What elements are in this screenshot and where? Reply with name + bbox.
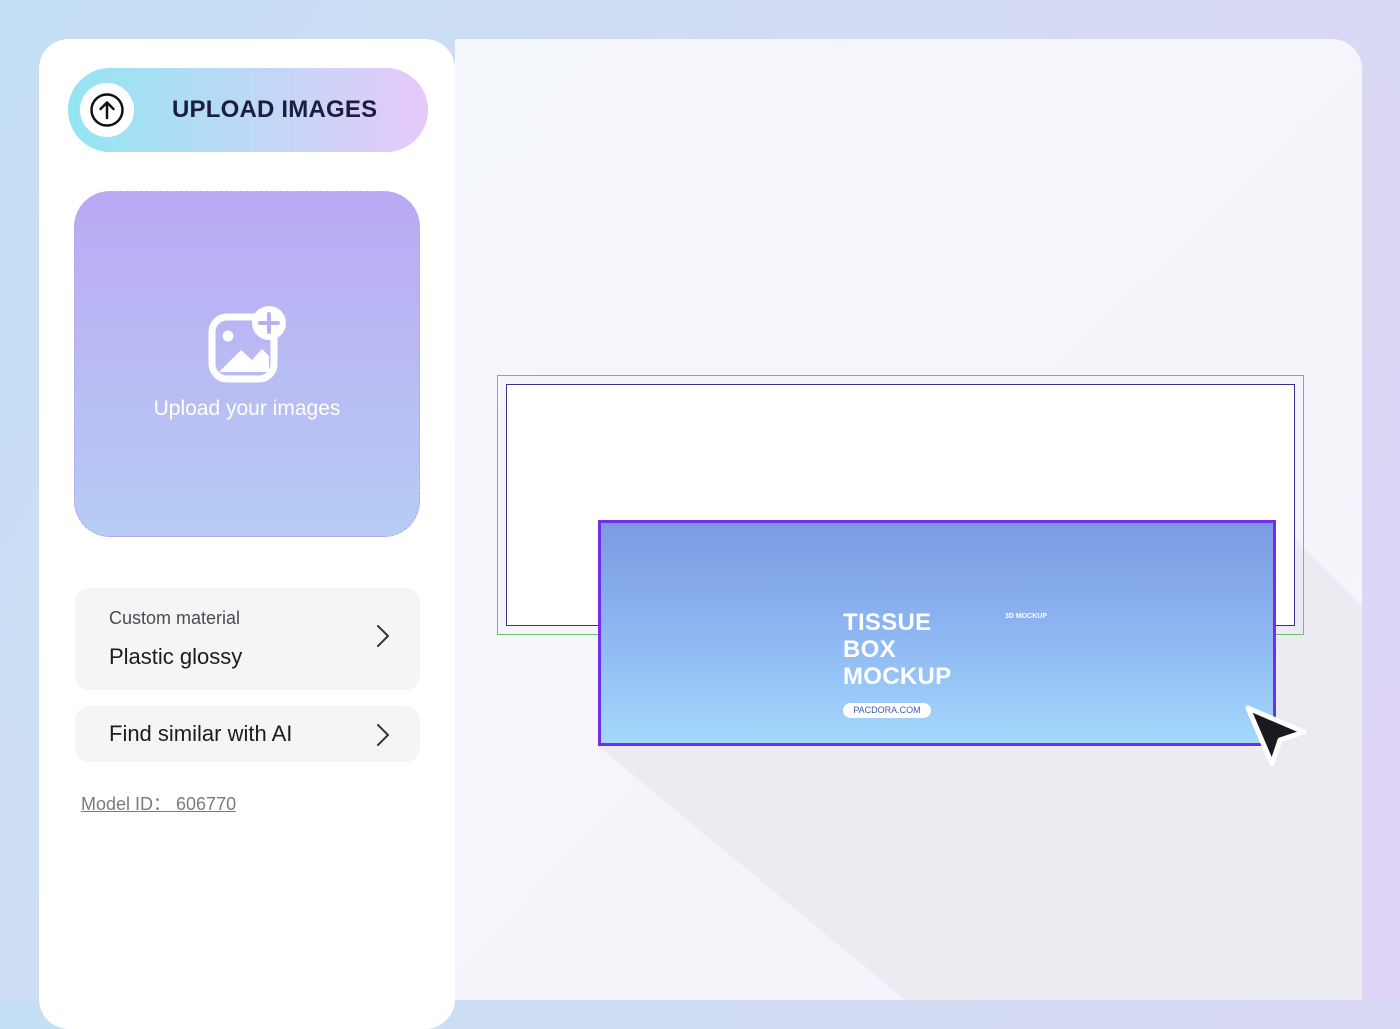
mockup-title-line: TISSUE [843,609,932,636]
mouse-pointer-icon [1245,705,1307,767]
upload-images-button[interactable]: UPLOAD IMAGES [68,68,428,152]
upload-arrow-icon [80,83,134,137]
find-similar-ai-label: Find similar with AI [109,721,293,746]
custom-material-value: Plastic glossy [109,644,243,669]
chevron-right-icon [377,625,389,647]
image-dropzone[interactable]: Upload your images [74,191,420,537]
dropzone-label: Upload your images [153,397,341,420]
sidebar: UPLOAD IMAGES Upload your images Custom … [39,39,455,1029]
tissue-box-mockup-panel[interactable]: TISSUE BOX MOCKUP 3D MOCKUP PACDORA.COM [598,520,1276,746]
mockup-tag: 3D MOCKUP [1005,613,1048,620]
custom-material-card[interactable]: Custom material Plastic glossy [75,588,420,690]
custom-material-caption: Custom material [109,608,241,628]
canvas-area[interactable]: TISSUE BOX MOCKUP 3D MOCKUP PACDORA.COM [455,39,1362,1000]
mockup-title-line: MOCKUP [843,663,952,690]
add-image-icon [208,306,286,383]
chevron-right-icon [377,724,389,746]
mockup-url-badge: PACDORA.COM [843,703,931,718]
model-id-link[interactable]: Model ID： 606770 [81,790,236,816]
mockup-title-line: BOX [843,636,896,663]
find-similar-ai-button[interactable]: Find similar with AI [75,706,420,762]
mockup-title: TISSUE BOX MOCKUP [843,609,951,690]
upload-images-label: UPLOAD IMAGES [172,96,378,123]
